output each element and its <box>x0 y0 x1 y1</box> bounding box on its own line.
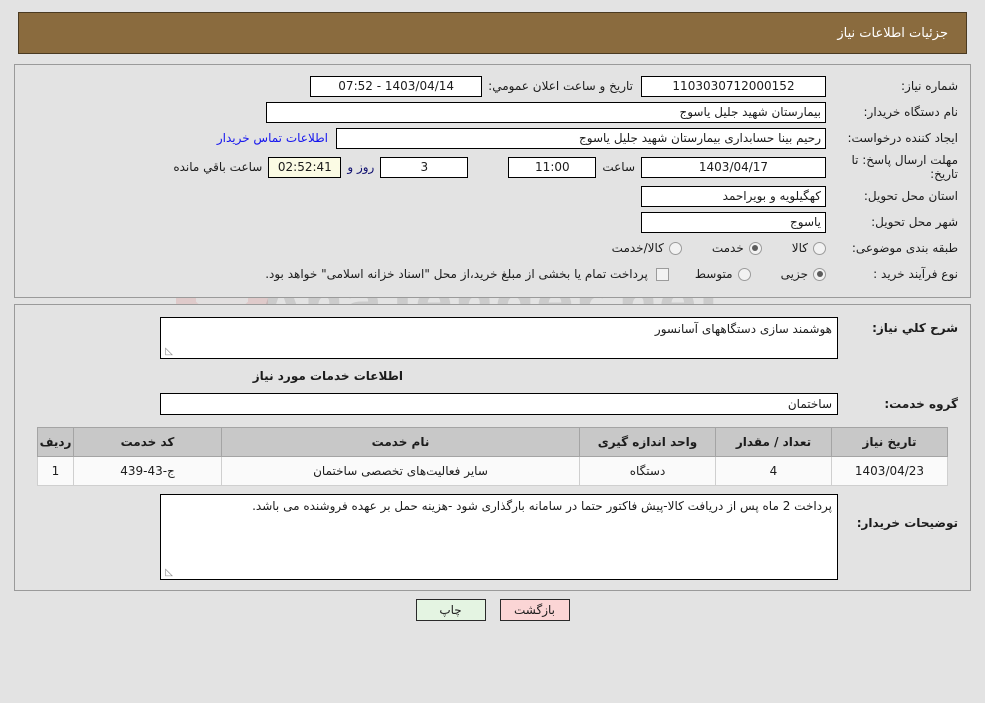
buyer-notes-value: پرداخت 2 ماه پس از دریافت کالا-پیش فاکتو… <box>252 499 832 513</box>
service-group-label: گروه خدمت: <box>884 397 958 411</box>
table-header-row: تاریخ نیاز تعداد / مقدار واحد اندازه گیر… <box>37 427 948 457</box>
print-button[interactable]: چاپ <box>415 599 486 621</box>
radio-goods-icon[interactable] <box>813 241 826 255</box>
deadline-date-value: 1403/04/17 <box>641 156 826 178</box>
need-summary-textarea[interactable]: هوشمند سازی دستگاههای آسانسور ◺ <box>160 317 838 359</box>
creator-label: ایجاد کننده درخواست: <box>847 131 958 145</box>
row-request-creator: ایجاد کننده درخواست: رحیم بینا حسابداری … <box>27 127 958 149</box>
row-buyer-org: نام دستگاه خریدار: بیمارستان شهید جلیل ی… <box>27 101 958 123</box>
need-summary-label: شرح کلي نیاز: <box>872 321 958 335</box>
resize-grip-icon[interactable]: ◺ <box>163 347 173 357</box>
need-summary-value: هوشمند سازی دستگاههای آسانسور <box>654 322 832 336</box>
subject-category-radio-group[interactable]: کالا خدمت کالا/خدمت <box>586 241 826 255</box>
row-need-number: شماره نیاز: 1103030712000152 تاریخ و ساع… <box>27 75 958 97</box>
th-unit: واحد اندازه گیری <box>579 427 716 457</box>
row-subject-category: طبقه بندی موضوعی: کالا خدمت کالا/خدمت <box>27 237 958 259</box>
row-need-summary: شرح کلي نیاز: هوشمند سازی دستگاههای آسان… <box>27 317 958 359</box>
delivery-province-label: استان محل تحویل: <box>863 189 958 203</box>
deadline-hour-label: ساعت <box>602 160 635 174</box>
remaining-days-value: 3 <box>380 156 469 178</box>
radio-option-goods[interactable]: کالا <box>792 241 826 255</box>
remaining-time-countdown: 02:52:41 <box>268 156 342 178</box>
row-purchase-process: نوع فرآیند خرید : جزیی متوسط پرداخت تمام… <box>27 263 958 285</box>
footer-actions: بازگشت چاپ <box>0 599 985 621</box>
th-service-name: نام خدمت <box>221 427 580 457</box>
buyer-org-value: بیمارستان شهید جلیل یاسوج <box>266 101 826 123</box>
treasury-bonds-text: پرداخت تمام یا بخشی از مبلغ خرید،از محل … <box>265 267 648 281</box>
cell-service-name: سایر فعالیت‌های تخصصی ساختمان <box>221 456 580 486</box>
cell-index: 1 <box>37 456 74 486</box>
cell-need-date: 1403/04/23 <box>831 456 948 486</box>
buyer-notes-textarea[interactable]: پرداخت 2 ماه پس از دریافت کالا-پیش فاکتو… <box>160 494 838 580</box>
purchase-process-radio-group[interactable]: جزیی متوسط <box>669 267 826 281</box>
radio-goods-service-icon[interactable] <box>668 241 682 255</box>
public-announce-value: 1403/04/14 - 07:52 <box>310 75 483 97</box>
delivery-province-value: کهگیلویه و بویراحمد <box>641 185 826 207</box>
need-number-value: 1103030712000152 <box>641 75 826 97</box>
page-title: جزئیات اطلاعات نیاز <box>837 25 948 41</box>
radio-medium-label: متوسط <box>694 267 733 281</box>
row-buyer-notes: توضیحات خریدار: پرداخت 2 ماه پس از دریاف… <box>27 494 958 580</box>
need-number-label: شماره نیاز: <box>901 79 958 93</box>
buyer-notes-label: توضیحات خریدار: <box>856 516 958 530</box>
need-summary-panel: شماره نیاز: 1103030712000152 تاریخ و ساع… <box>14 64 971 298</box>
radio-option-medium[interactable]: متوسط <box>695 267 751 281</box>
th-quantity: تعداد / مقدار <box>715 427 832 457</box>
delivery-city-label: شهر محل تحویل: <box>871 215 958 229</box>
treasury-bonds-checkbox[interactable] <box>655 267 669 281</box>
radio-service-label: خدمت <box>711 241 744 255</box>
th-need-date: تاریخ نیاز <box>831 427 948 457</box>
radio-service-icon[interactable] <box>748 241 762 255</box>
remaining-time-label: ساعت باقي مانده <box>173 160 263 174</box>
need-details-panel: شرح کلي نیاز: هوشمند سازی دستگاههای آسان… <box>14 304 971 591</box>
row-response-deadline: مهلت ارسال پاسخ: تا تاریخ: 1403/04/17 سا… <box>27 153 958 181</box>
radio-option-minor[interactable]: جزیی <box>781 267 826 281</box>
radio-medium-icon[interactable] <box>737 267 751 281</box>
remaining-days-label: روز و <box>347 160 375 174</box>
public-announce-label: تاریخ و ساعت اعلان عمومي: <box>488 79 633 93</box>
back-button[interactable]: بازگشت <box>499 599 570 621</box>
deadline-hour-value: 11:00 <box>508 156 597 178</box>
radio-goods-service-label: کالا/خدمت <box>611 241 664 255</box>
radio-option-goods-service[interactable]: کالا/خدمت <box>612 241 682 255</box>
radio-minor-label: جزیی <box>780 267 808 281</box>
buyer-contact-link[interactable]: اطلاعات تماس خریدار <box>209 131 336 145</box>
radio-option-service[interactable]: خدمت <box>712 241 762 255</box>
row-service-group: گروه خدمت: ساختمان <box>27 393 958 415</box>
row-delivery-province: استان محل تحویل: کهگیلویه و بویراحمد <box>27 185 958 207</box>
services-section-heading: اطلاعات خدمات مورد نیاز <box>252 369 403 383</box>
resize-grip-icon[interactable]: ◺ <box>163 568 173 578</box>
radio-goods-label: کالا <box>791 241 808 255</box>
cell-service-code: ج-43-439 <box>73 456 222 486</box>
th-index: ردیف <box>37 427 74 457</box>
service-group-value: ساختمان <box>160 393 838 415</box>
purchase-process-label: نوع فرآیند خرید : <box>873 267 958 281</box>
service-items-table: تاریخ نیاز تعداد / مقدار واحد اندازه گیر… <box>37 427 948 486</box>
subject-category-label: طبقه بندی موضوعی: <box>851 241 958 255</box>
deadline-label: مهلت ارسال پاسخ: تا تاریخ: <box>851 153 958 181</box>
row-delivery-city: شهر محل تحویل: یاسوج <box>27 211 958 233</box>
table-row: 1403/04/23 4 دستگاه سایر فعالیت‌های تخصص… <box>37 456 948 486</box>
page-title-bar: جزئیات اطلاعات نیاز <box>18 12 967 54</box>
buyer-org-label: نام دستگاه خریدار: <box>863 105 959 119</box>
creator-value: رحیم بینا حسابداری بیمارستان شهید جلیل ی… <box>336 127 826 149</box>
cell-unit: دستگاه <box>579 456 716 486</box>
delivery-city-value: یاسوج <box>641 211 826 233</box>
radio-minor-icon[interactable] <box>813 267 826 281</box>
th-service-code: کد خدمت <box>73 427 222 457</box>
cell-quantity: 4 <box>715 456 832 486</box>
